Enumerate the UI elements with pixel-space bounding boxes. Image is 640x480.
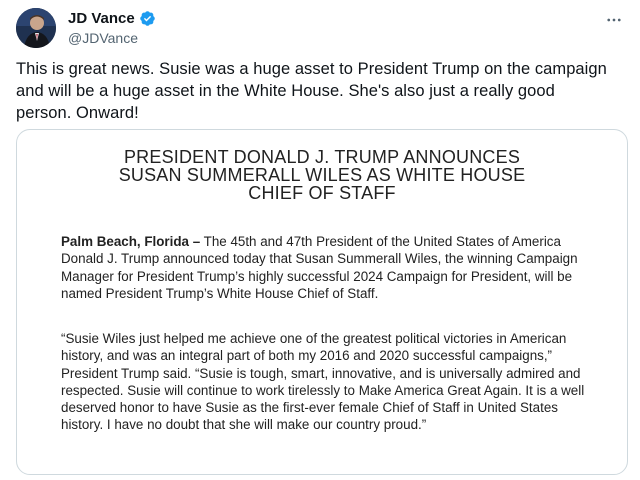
- press-release-image[interactable]: PRESIDENT DONALD J. TRUMP ANNOUNCES SUSA…: [16, 129, 628, 475]
- press-release-quote: “Susie Wiles just helped me achieve one …: [61, 331, 585, 433]
- author-info: JD Vance @JDVance: [68, 9, 156, 46]
- more-options-icon[interactable]: [604, 10, 624, 30]
- press-release-title: PRESIDENT DONALD J. TRUMP ANNOUNCES SUSA…: [17, 148, 627, 202]
- display-name-row: JD Vance: [68, 9, 156, 28]
- display-name[interactable]: JD Vance: [68, 10, 135, 27]
- tweet-header: JD Vance @JDVance: [16, 8, 624, 48]
- handle[interactable]: @JDVance: [68, 30, 156, 46]
- title-line: CHIEF OF STAFF: [248, 183, 396, 203]
- press-release-paragraph: Palm Beach, Florida – The 45th and 47th …: [61, 233, 591, 302]
- tweet: JD Vance @JDVance This is great news. Su…: [0, 0, 640, 480]
- dateline: Palm Beach, Florida –: [61, 234, 201, 249]
- verified-badge-icon: [139, 10, 156, 27]
- avatar-image: [16, 8, 56, 48]
- avatar[interactable]: [16, 8, 56, 48]
- title-line: PRESIDENT DONALD J. TRUMP ANNOUNCES: [123, 147, 521, 167]
- tweet-text: This is great news. Susie was a huge ass…: [16, 60, 607, 122]
- title-line: SUSAN SUMMERALL WILES AS WHITE HOUSE: [118, 165, 526, 185]
